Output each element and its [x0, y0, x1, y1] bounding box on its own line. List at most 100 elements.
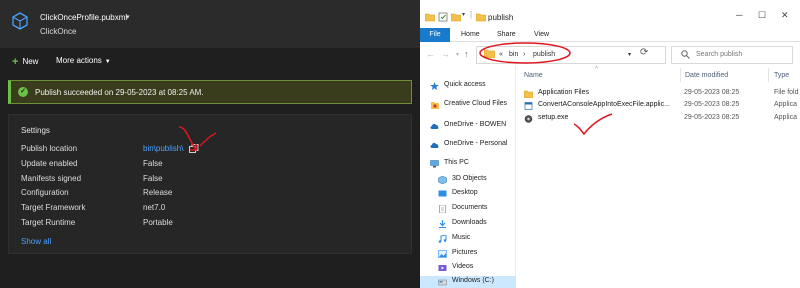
- check-circle-icon: ✓: [18, 87, 28, 97]
- setting-value-manifests-signed: False: [143, 174, 163, 183]
- plus-icon: +: [12, 56, 19, 68]
- minimize-icon[interactable]: ─: [736, 10, 742, 20]
- settings-title: Settings: [21, 126, 50, 135]
- setting-label-manifests-signed: Manifests signed: [21, 174, 82, 183]
- sidebar-item-creative-cloud-files[interactable]: Creative Cloud Files: [430, 99, 516, 111]
- sidebar-item-label: Pictures: [452, 249, 478, 256]
- sidebar-item-documents[interactable]: Documents: [438, 203, 516, 215]
- close-icon[interactable]: ✕: [781, 10, 789, 21]
- sidebar-item-label: Downloads: [452, 219, 487, 226]
- setting-value-target-framework: net7.0: [143, 203, 166, 212]
- file-row-application-manifest[interactable]: ConvertAConsoleAppIntoExecFile.applic...…: [524, 100, 800, 112]
- sidebar-item-label: 3D Objects: [452, 175, 487, 182]
- onedrive-icon: [430, 142, 439, 148]
- column-header-type[interactable]: Type: [774, 72, 789, 79]
- music-icon: [438, 235, 447, 243]
- red-circle-annotation: [479, 42, 571, 64]
- pictures-icon: [438, 250, 447, 258]
- sidebar-item-label: Music: [452, 234, 471, 241]
- file-row-setup-exe[interactable]: setup.exe 29-05-2023 08:25 Applica: [524, 113, 800, 125]
- file-type: File fold: [774, 89, 799, 96]
- column-header-date-modified[interactable]: Date modified: [685, 72, 728, 79]
- sidebar-item-label: Documents: [452, 204, 488, 211]
- red-check-annotation: [573, 113, 613, 136]
- tab-home[interactable]: Home: [461, 31, 480, 38]
- setting-label-target-framework: Target Framework: [21, 203, 86, 212]
- file-name: setup.exe: [538, 114, 569, 121]
- sort-ascending-icon: ˄: [595, 65, 598, 71]
- column-header-name[interactable]: Name: [524, 72, 543, 79]
- forward-arrow-icon[interactable]: →: [441, 49, 450, 59]
- file-row-application-files[interactable]: Application Files 29-05-2023 08:25 File …: [524, 88, 800, 100]
- folder-icon: [476, 13, 486, 22]
- sidebar-item-label: Quick access: [444, 81, 486, 88]
- publish-success-message: Publish succeeded on 29-05-2023 at 08:25…: [35, 88, 204, 97]
- file-type: Applica: [774, 114, 797, 121]
- maximize-icon[interactable]: ☐: [758, 10, 766, 21]
- publish-profile-header: [0, 0, 420, 48]
- profile-name[interactable]: ClickOnceProfile.pubxml: [40, 13, 127, 22]
- publish-success-banner: ✓ Publish succeeded on 29-05-2023 at 08:…: [8, 80, 412, 104]
- sidebar-item-windows-c[interactable]: Windows (C:): [420, 276, 516, 288]
- visual-studio-publish-pane: ClickOnceProfile.pubxml ▾ ClickOnce + New…: [0, 0, 420, 288]
- column-separator[interactable]: [680, 68, 681, 82]
- sidebar-item-3d-objects[interactable]: 3D Objects: [438, 174, 516, 186]
- column-separator[interactable]: [768, 68, 769, 82]
- downloads-icon: [439, 220, 446, 228]
- more-actions-button[interactable]: More actions ▼: [56, 56, 111, 65]
- file-date-modified: 29-05-2023 08:25: [684, 114, 740, 121]
- sidebar-item-label: Videos: [452, 263, 474, 270]
- search-icon: [681, 50, 690, 59]
- back-arrow-icon[interactable]: ←: [426, 49, 435, 59]
- sidebar-item-label: OneDrive - Personal: [444, 140, 508, 147]
- sidebar-item-label: Desktop: [452, 189, 478, 196]
- sidebar-item-onedrive-personal[interactable]: OneDrive - Personal: [430, 139, 516, 151]
- application-manifest-icon: [524, 102, 533, 110]
- sidebar-item-videos[interactable]: Videos: [438, 262, 516, 274]
- recent-locations-icon[interactable]: ▾: [456, 51, 459, 58]
- search-placeholder: Search publish: [696, 51, 743, 58]
- setting-value-update-enabled: False: [143, 159, 163, 168]
- refresh-icon[interactable]: ⟳: [640, 47, 648, 58]
- videos-icon: [438, 265, 447, 271]
- titlebar-separator: |: [470, 10, 473, 19]
- setting-label-publish-location: Publish location: [21, 144, 78, 153]
- computer-icon: [430, 160, 439, 168]
- sidebar-item-this-pc[interactable]: This PC: [430, 158, 516, 170]
- address-dropdown-icon[interactable]: ▾: [628, 51, 631, 58]
- sidebar-item-pictures[interactable]: Pictures: [438, 248, 516, 260]
- chevron-down-icon: ▼: [104, 59, 111, 65]
- setting-label-target-runtime: Target Runtime: [21, 218, 76, 227]
- sidebar-item-downloads[interactable]: Downloads: [438, 218, 516, 230]
- more-actions-label: More actions: [56, 56, 102, 65]
- up-arrow-icon[interactable]: ↑: [464, 49, 469, 59]
- show-all-link[interactable]: Show all: [21, 237, 51, 246]
- quick-access-toolbar-dropdown-icon[interactable]: ▾: [462, 11, 465, 18]
- tab-view[interactable]: View: [534, 31, 549, 38]
- sidebar-item-music[interactable]: Music: [438, 233, 516, 245]
- screenshot-root: ClickOnceProfile.pubxml ▾ ClickOnce + New…: [0, 0, 800, 288]
- profile-dropdown-icon[interactable]: ▾: [126, 13, 130, 21]
- file-date-modified: 29-05-2023 08:25: [684, 89, 740, 96]
- onedrive-icon: [430, 123, 439, 129]
- 3d-objects-icon: [438, 176, 447, 184]
- desktop-icon: [438, 190, 447, 197]
- creative-cloud-icon: [431, 102, 439, 109]
- file-type: Applica: [774, 101, 797, 108]
- documents-icon: [439, 205, 446, 213]
- tab-file[interactable]: File: [420, 28, 450, 42]
- folder-icon: [524, 90, 533, 98]
- setting-label-update-enabled: Update enabled: [21, 159, 78, 168]
- drive-icon: [438, 279, 447, 286]
- new-folder-icon[interactable]: [451, 12, 461, 22]
- sidebar-item-quick-access[interactable]: Quick access: [430, 80, 516, 92]
- properties-icon[interactable]: [438, 12, 448, 22]
- sidebar-item-onedrive-bowen[interactable]: OneDrive - BOWEN: [430, 120, 516, 132]
- sidebar-item-desktop[interactable]: Desktop: [438, 188, 516, 200]
- new-button-label: New: [22, 57, 39, 66]
- tab-share[interactable]: Share: [497, 31, 516, 38]
- file-date-modified: 29-05-2023 08:25: [684, 101, 740, 108]
- profile-target-label: ClickOnce: [40, 27, 77, 36]
- new-profile-button[interactable]: + New: [12, 55, 39, 68]
- setting-value-configuration: Release: [143, 188, 173, 197]
